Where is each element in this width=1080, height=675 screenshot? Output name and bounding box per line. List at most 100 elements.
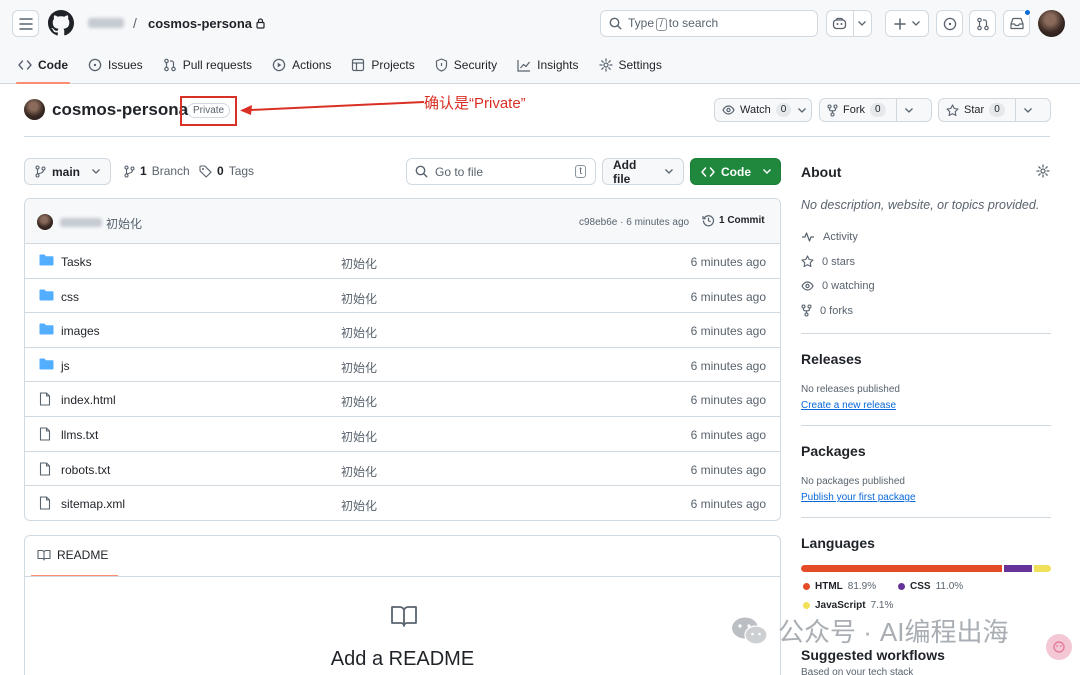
- commit-author-avatar[interactable]: [37, 214, 53, 230]
- forks-link[interactable]: 0 forks: [801, 304, 853, 317]
- file-updated-time: 6 minutes ago: [690, 393, 766, 408]
- file-row[interactable]: Tasks 初始化 6 minutes ago: [25, 244, 780, 279]
- breadcrumb-separator: /: [133, 15, 137, 31]
- inbox-icon: [1009, 17, 1024, 30]
- tab-settings[interactable]: Settings: [589, 50, 672, 80]
- file-list: Tasks 初始化 6 minutes ago css 初始化 6 minutes ago…: [25, 244, 780, 520]
- file-name[interactable]: js: [61, 359, 70, 373]
- language-css[interactable]: CSS 11.0%: [898, 581, 963, 592]
- file-commit-message[interactable]: 初始化: [341, 428, 377, 445]
- commit-history-link[interactable]: 1 Commit: [702, 214, 765, 227]
- file-commit-message[interactable]: 初始化: [341, 359, 377, 376]
- file-name[interactable]: robots.txt: [61, 463, 110, 477]
- file-row[interactable]: images 初始化 6 minutes ago: [25, 313, 780, 348]
- eye-icon: [801, 281, 814, 291]
- file-commit-message[interactable]: 初始化: [341, 324, 377, 341]
- tags-link[interactable]: 0 Tags: [199, 164, 254, 178]
- file-commit-message[interactable]: 初始化: [341, 463, 377, 480]
- tab-security[interactable]: Security: [425, 50, 507, 80]
- file-commit-message[interactable]: 初始化: [341, 290, 377, 307]
- file-updated-time: 6 minutes ago: [690, 255, 766, 269]
- issues-button[interactable]: [936, 10, 963, 37]
- search-input[interactable]: Type / to search: [600, 10, 818, 37]
- add-file-button[interactable]: Add file: [602, 158, 684, 186]
- language-html[interactable]: HTML 81.9%: [803, 581, 876, 592]
- tab-actions[interactable]: Actions: [262, 50, 341, 80]
- watch-label: Watch: [740, 104, 771, 116]
- search-placeholder-end: to search: [668, 16, 719, 30]
- activity-link[interactable]: Activity: [801, 231, 858, 243]
- releases-empty: No releases published: [801, 384, 900, 395]
- branches-link[interactable]: 1 Branch: [124, 164, 190, 178]
- tab-insights[interactable]: Insights: [507, 50, 588, 80]
- file-name[interactable]: images: [61, 324, 100, 338]
- header-divider: [24, 136, 1050, 137]
- code-dropdown-button[interactable]: Code: [690, 158, 781, 185]
- tab-pull-requests[interactable]: Pull requests: [153, 50, 262, 80]
- commit-author-redacted[interactable]: [60, 218, 102, 227]
- commit-hash-time[interactable]: c98eb6e · 6 minutes ago: [579, 217, 689, 228]
- fork-button[interactable]: Fork 0: [819, 98, 932, 122]
- file-row[interactable]: sitemap.xml 初始化 6 minutes ago: [25, 486, 780, 520]
- file-name[interactable]: css: [61, 290, 79, 304]
- commit-message[interactable]: 初始化: [106, 215, 142, 232]
- file-row[interactable]: index.html 初始化 6 minutes ago: [25, 382, 780, 417]
- owner-name-redacted[interactable]: [88, 18, 124, 28]
- readme-panel: README Add a README: [24, 535, 781, 675]
- gear-icon[interactable]: [1036, 164, 1050, 178]
- readme-tab[interactable]: README: [30, 548, 119, 577]
- breadcrumb-repo[interactable]: cosmos-persona: [148, 16, 265, 31]
- latest-commit-bar: 初始化 c98eb6e · 6 minutes ago 1 Commit: [25, 199, 780, 244]
- menu-button[interactable]: [12, 10, 39, 37]
- user-avatar[interactable]: [1038, 10, 1065, 37]
- file-row[interactable]: llms.txt 初始化 6 minutes ago: [25, 417, 780, 452]
- about-description: No description, website, or topics provi…: [801, 198, 1040, 212]
- language-javascript[interactable]: JavaScript 7.1%: [803, 600, 893, 611]
- repo-title[interactable]: cosmos-persona: [52, 100, 188, 120]
- stars-link[interactable]: 0 stars: [801, 255, 855, 268]
- go-to-file-input[interactable]: Go to file t: [406, 158, 596, 185]
- tab-label: Pull requests: [182, 58, 253, 72]
- tab-code[interactable]: Code: [8, 50, 78, 84]
- create-new-button[interactable]: [885, 10, 929, 37]
- copilot-button[interactable]: [826, 10, 872, 37]
- fork-icon: [827, 103, 838, 117]
- github-logo-icon[interactable]: [48, 10, 74, 36]
- plus-icon: [894, 17, 906, 30]
- tags-count: 0: [217, 164, 224, 178]
- packages-heading[interactable]: Packages: [801, 443, 866, 459]
- gear-icon: [598, 58, 613, 72]
- star-button[interactable]: Star 0: [938, 98, 1051, 122]
- publish-package-link[interactable]: Publish your first package: [801, 492, 916, 503]
- chevron-down-icon: [1023, 107, 1032, 113]
- file-name[interactable]: sitemap.xml: [61, 497, 125, 511]
- create-release-link[interactable]: Create a new release: [801, 400, 896, 411]
- file-name[interactable]: llms.txt: [61, 428, 98, 442]
- file-commit-message[interactable]: 初始化: [341, 497, 377, 514]
- watch-button[interactable]: Watch 0: [714, 98, 812, 122]
- pull-requests-button[interactable]: [969, 10, 996, 37]
- branch-selector[interactable]: main: [24, 158, 112, 185]
- file-commit-message[interactable]: 初始化: [341, 393, 377, 410]
- file-row[interactable]: js 初始化 6 minutes ago: [25, 348, 780, 383]
- watching-link[interactable]: 0 watching: [801, 280, 875, 292]
- language-bar-segment: [1004, 565, 1032, 572]
- tab-issues[interactable]: Issues: [78, 50, 153, 80]
- file-row[interactable]: css 初始化 6 minutes ago: [25, 279, 780, 314]
- file-updated-time: 6 minutes ago: [690, 497, 766, 512]
- annotation-text: 确认是“Private”: [424, 95, 526, 112]
- file-commit-message[interactable]: 初始化: [341, 255, 377, 272]
- languages-heading: Languages: [801, 535, 875, 551]
- notification-dot: [1024, 9, 1031, 16]
- suggested-workflows-sub: Based on your tech stack: [801, 667, 914, 675]
- tab-projects[interactable]: Projects: [341, 50, 424, 80]
- graph-icon: [517, 59, 531, 72]
- file-row[interactable]: robots.txt 初始化 6 minutes ago: [25, 452, 780, 487]
- fork-icon: [801, 304, 812, 317]
- releases-heading[interactable]: Releases: [801, 351, 862, 367]
- code-icon: [701, 166, 715, 178]
- file-name[interactable]: Tasks: [61, 255, 92, 269]
- file-name[interactable]: index.html: [61, 393, 116, 407]
- repo-owner-avatar[interactable]: [24, 99, 45, 120]
- tab-label: Settings: [618, 58, 662, 72]
